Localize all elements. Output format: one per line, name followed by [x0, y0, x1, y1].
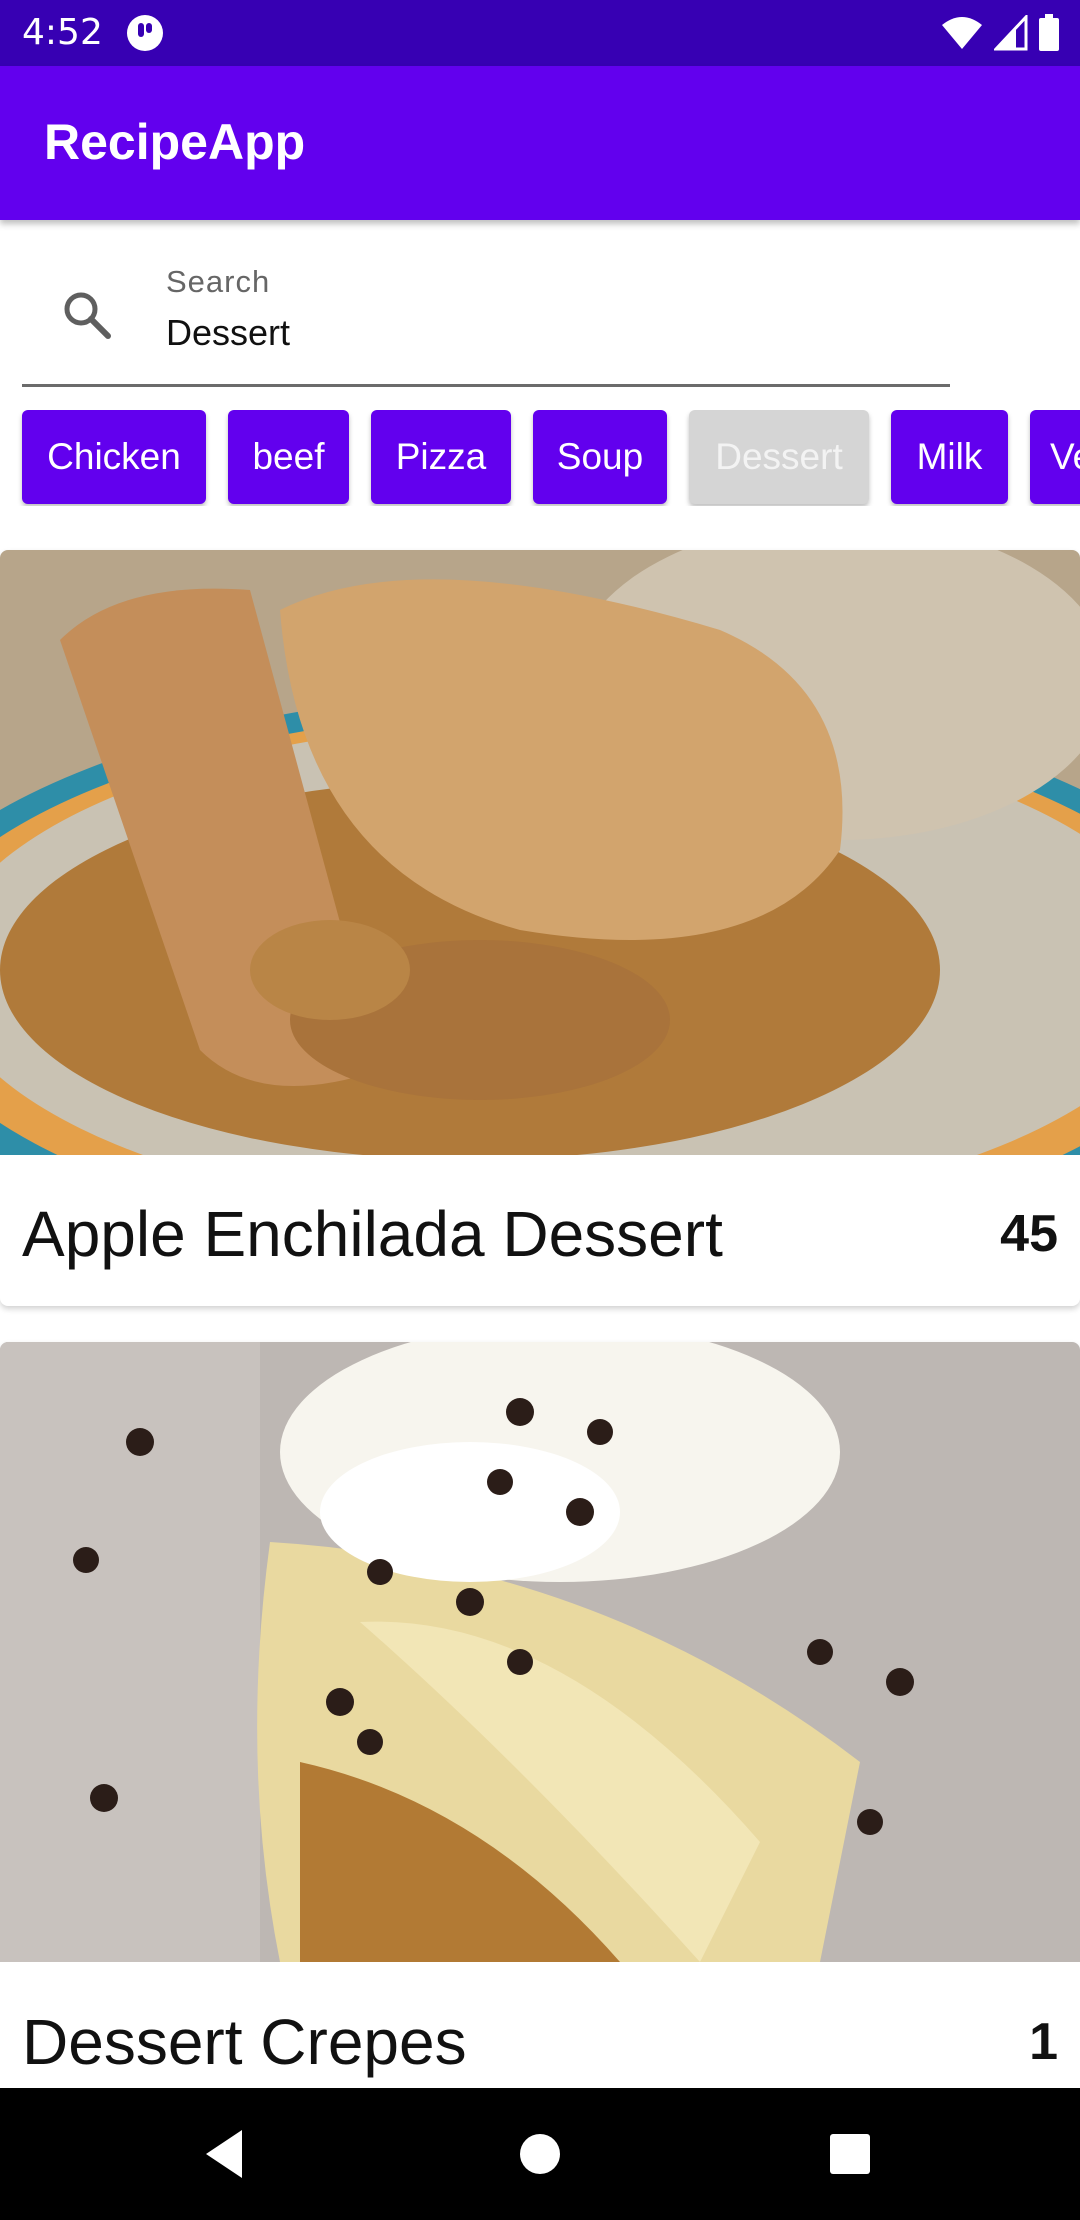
chip-beef[interactable]: beef [228, 410, 349, 504]
status-time: 4:52 [22, 12, 103, 53]
chip-partial[interactable]: Ve [1030, 410, 1080, 504]
home-icon[interactable] [510, 2124, 570, 2184]
search-underline [22, 384, 950, 387]
recipe-title: Dessert Crepes [22, 2006, 467, 2078]
recipe-title: Apple Enchilada Dessert [22, 1198, 723, 1270]
recents-icon[interactable] [820, 2124, 880, 2184]
recipe-card[interactable]: Apple Enchilada Dessert 45 [0, 550, 1080, 1306]
back-icon[interactable] [196, 2124, 256, 2184]
recipe-image [0, 1342, 1080, 1962]
app-bar: RecipeApp [0, 66, 1080, 220]
chip-milk[interactable]: Milk [891, 410, 1008, 504]
recipe-card[interactable]: Dessert Crepes 1 [0, 1342, 1080, 2142]
status-icons [940, 14, 1060, 52]
status-bar: 4:52 [0, 0, 1080, 66]
chip-soup[interactable]: Soup [533, 410, 667, 504]
chip-pizza[interactable]: Pizza [371, 410, 511, 504]
chip-dessert[interactable]: Dessert [689, 410, 869, 504]
battery-icon [1039, 14, 1059, 51]
chip-chicken[interactable]: Chicken [22, 410, 206, 504]
recipe-rating: 45 [1000, 1205, 1058, 1263]
category-chips[interactable]: Chicken beef Pizza Soup Dessert Milk Ve [0, 410, 1080, 506]
recipe-rating: 1 [1029, 2013, 1058, 2071]
recipe-image [0, 550, 1080, 1155]
search-label: Search [166, 264, 271, 299]
signal-icon [994, 15, 1028, 51]
search-input[interactable]: Dessert [166, 312, 290, 354]
app-title: RecipeApp [44, 114, 306, 170]
navigation-bar [0, 2088, 1080, 2220]
wifi-icon [942, 17, 982, 49]
notification-app-icon [127, 15, 163, 51]
search-field[interactable]: Search Dessert [0, 220, 1080, 390]
search-icon [64, 292, 111, 339]
